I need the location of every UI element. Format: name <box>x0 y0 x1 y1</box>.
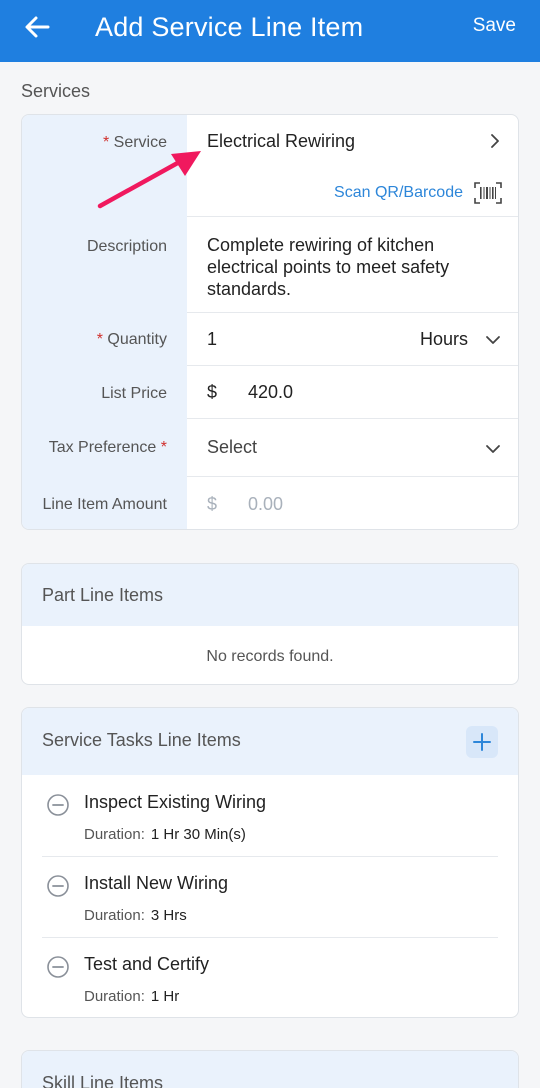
task-item: Install New Wiring Duration: 3 Hrs <box>22 857 518 938</box>
line-item-amount-row: Line Item Amount $ 0.00 <box>22 477 518 529</box>
page-title: Add Service Line Item <box>95 12 364 42</box>
duration-label: Duration: <box>84 907 145 924</box>
card-header: Part Line Items <box>22 564 518 626</box>
remove-circle-icon[interactable] <box>46 955 70 979</box>
duration-label: Duration: <box>84 988 145 1005</box>
barcode-icon[interactable] <box>474 182 502 204</box>
quantity-label: * Quantity <box>97 331 167 349</box>
card-header: Skill Line Items <box>22 1051 518 1088</box>
task-duration: Duration: 1 Hr 30 Min(s) <box>84 826 246 843</box>
tax-preference-label-text: Tax Preference <box>48 439 157 456</box>
duration-label: Duration: <box>84 826 145 843</box>
task-duration: Duration: 1 Hr <box>84 988 179 1005</box>
duration-value: 1 Hr <box>150 988 180 1005</box>
service-row[interactable]: * Service Electrical Rewiring Scan QR/Ba… <box>22 115 518 217</box>
list-price-input[interactable]: 420.0 <box>248 382 293 403</box>
card-header: Service Tasks Line Items <box>22 708 518 775</box>
chevron-right-icon[interactable] <box>488 134 502 148</box>
description-value[interactable]: Complete rewiring of kitchen electrical … <box>207 234 497 300</box>
list-price-row[interactable]: List Price $ 420.0 <box>22 366 518 419</box>
duration-value: 3 Hrs <box>150 907 187 924</box>
services-section-label: Services <box>21 81 91 101</box>
chevron-down-icon[interactable] <box>484 440 502 458</box>
part-line-items-title: Part Line Items <box>42 585 164 605</box>
quantity-label-text: Quantity <box>107 331 167 348</box>
remove-circle-icon[interactable] <box>46 793 70 817</box>
service-label: * Service <box>103 134 167 152</box>
skill-line-items-title: Skill Line Items <box>42 1073 164 1088</box>
save-button[interactable]: Save <box>473 15 516 37</box>
required-mark: * <box>96 331 103 348</box>
description-label: Description <box>86 238 167 255</box>
required-mark: * <box>160 439 167 456</box>
tax-preference-select[interactable]: Select <box>207 437 257 458</box>
duration-value: 1 Hr 30 Min(s) <box>150 826 246 843</box>
quantity-row[interactable]: * Quantity 1 Hours <box>22 313 518 366</box>
skill-line-items-card: Skill Line Items <box>21 1050 519 1088</box>
tax-preference-label: Tax Preference * <box>49 439 167 457</box>
empty-state: No records found. <box>206 648 334 665</box>
required-mark: * <box>102 134 110 151</box>
task-item: Inspect Existing Wiring Duration: 1 Hr 30… <box>22 776 518 857</box>
list-price-label: List Price <box>101 385 167 402</box>
currency-symbol: $ <box>207 494 218 514</box>
plus-icon <box>473 733 491 751</box>
tax-preference-row[interactable]: Tax Preference * Select <box>22 419 518 477</box>
task-duration: Duration: 3 Hrs <box>84 907 187 924</box>
line-item-amount-label: Line Item Amount <box>42 496 167 513</box>
description-row[interactable]: Description Complete rewiring of kitchen… <box>22 217 518 313</box>
service-tasks-title: Service Tasks Line Items <box>42 730 241 750</box>
scan-barcode-link[interactable]: Scan QR/Barcode <box>334 184 463 202</box>
services-card: * Service Electrical Rewiring Scan QR/Ba… <box>21 114 519 530</box>
task-name: Test and Certify <box>84 954 210 974</box>
service-value[interactable]: Electrical Rewiring <box>207 131 355 152</box>
add-task-button[interactable] <box>466 726 498 758</box>
remove-circle-icon[interactable] <box>46 874 70 898</box>
quantity-input[interactable]: 1 <box>207 329 217 350</box>
task-item: Test and Certify Duration: 1 Hr <box>22 938 518 1017</box>
currency-symbol: $ <box>207 382 218 402</box>
app-header: Add Service Line Item Save <box>0 0 540 62</box>
chevron-down-icon[interactable] <box>484 331 502 349</box>
line-item-amount-value: 0.00 <box>248 494 284 514</box>
unit-select[interactable]: Hours <box>420 329 468 350</box>
service-label-text: Service <box>113 134 167 151</box>
back-arrow-icon[interactable] <box>22 12 52 42</box>
task-name: Inspect Existing Wiring <box>84 792 267 812</box>
task-name: Install New Wiring <box>84 873 229 893</box>
part-line-items-card: Part Line Items No records found. <box>21 563 519 685</box>
service-tasks-card: Service Tasks Line Items Inspect Existin… <box>21 707 519 1018</box>
